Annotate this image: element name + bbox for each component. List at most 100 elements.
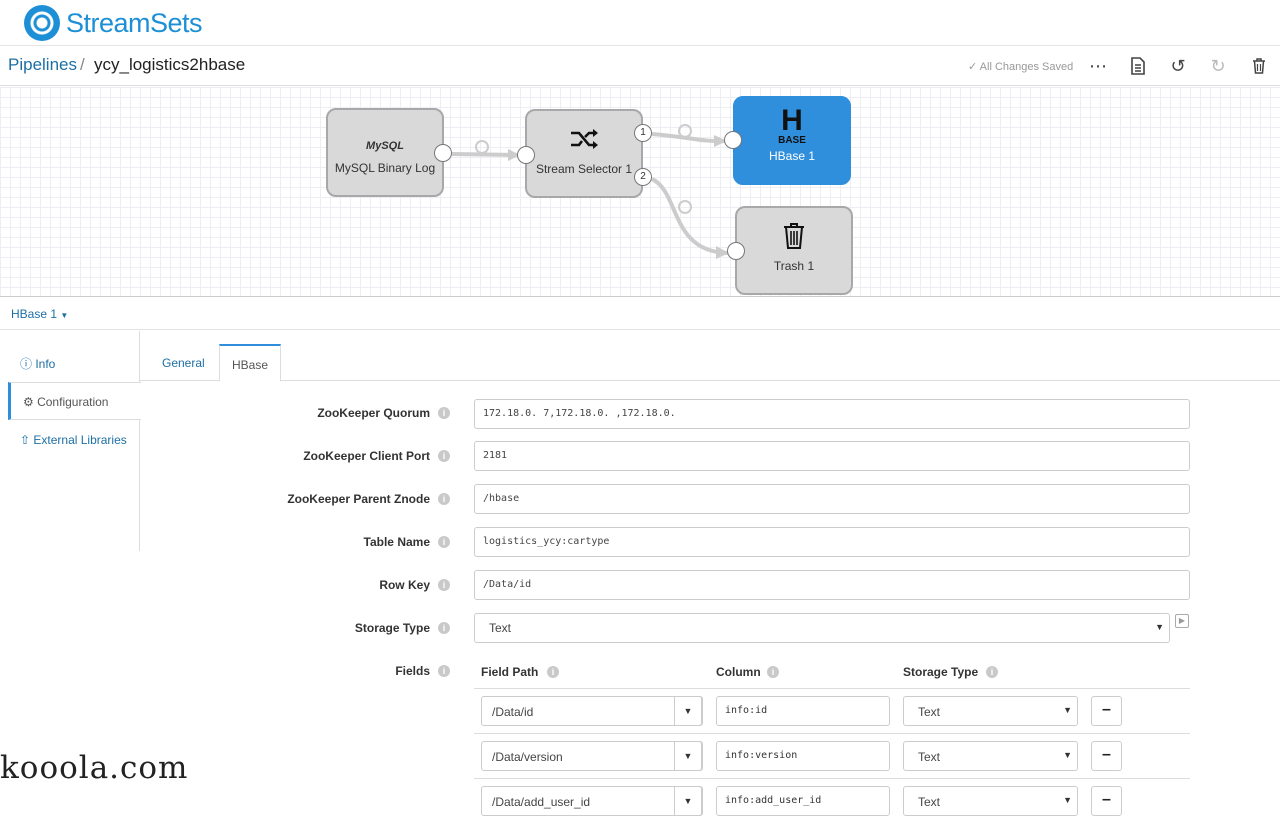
help-icon[interactable]: i bbox=[438, 407, 450, 419]
stream-selector-stage[interactable]: Stream Selector 1 bbox=[525, 109, 643, 198]
help-icon[interactable]: i bbox=[438, 450, 450, 462]
delete-icon[interactable] bbox=[1248, 55, 1270, 77]
mysql-binary-log-stage[interactable]: MySQL MySQL Binary Log bbox=[326, 108, 444, 197]
input-port[interactable] bbox=[727, 242, 745, 260]
field-path-combo[interactable]: /Data/add_user_id ▼ bbox=[481, 786, 703, 816]
pipeline-canvas[interactable]: MySQL MySQL Binary Log Stream Selector 1… bbox=[0, 87, 1280, 297]
remove-row-button[interactable]: – bbox=[1091, 696, 1122, 726]
storage-type-select[interactable]: Text ▼ bbox=[474, 613, 1170, 643]
caret-down-icon: ▼ bbox=[1063, 750, 1072, 760]
help-icon[interactable]: i bbox=[438, 536, 450, 548]
breadcrumb-separator: / bbox=[80, 55, 85, 74]
zookeeper-quorum-label: ZooKeeper Quorum bbox=[317, 406, 430, 420]
caret-down-icon: ▼ bbox=[1063, 795, 1072, 805]
row-storage-type-value: Text bbox=[918, 705, 941, 719]
remove-row-button[interactable]: – bbox=[1091, 786, 1122, 816]
help-icon[interactable]: i bbox=[438, 622, 450, 634]
zookeeper-parent-znode-input[interactable]: /hbase bbox=[474, 484, 1190, 514]
table-divider bbox=[474, 688, 1190, 689]
field-path-value: /Data/version bbox=[492, 750, 563, 764]
field-path-combo[interactable]: /Data/id ▼ bbox=[481, 696, 703, 726]
input-port[interactable] bbox=[517, 146, 535, 164]
column-input[interactable]: info:add_user_id bbox=[716, 786, 890, 816]
expression-toggle-icon[interactable]: ▶ bbox=[1175, 614, 1189, 628]
caret-down-icon: ▼ bbox=[1155, 622, 1164, 632]
output-port[interactable] bbox=[434, 144, 452, 162]
row-key-label: Row Key bbox=[379, 578, 430, 592]
fields-label: Fields bbox=[395, 664, 430, 678]
field-path-header: Field Path bbox=[481, 665, 539, 679]
streamsets-logo[interactable]: StreamSets bbox=[24, 4, 203, 42]
save-status-text: All Changes Saved bbox=[979, 61, 1074, 73]
nav-configuration[interactable]: ⚙ Configuration bbox=[8, 382, 141, 420]
caret-down-icon: ▼ bbox=[60, 311, 69, 320]
nav-info-label: Info bbox=[35, 357, 56, 371]
column-header: Column bbox=[716, 665, 761, 679]
config-tabs: General HBase bbox=[140, 344, 1280, 382]
stage-label: Trash 1 bbox=[773, 259, 815, 273]
column-input[interactable]: info:version bbox=[716, 741, 890, 771]
nav-configuration-label: Configuration bbox=[37, 395, 109, 409]
row-storage-type-select[interactable]: Text ▼ bbox=[903, 696, 1078, 726]
caret-down-icon[interactable]: ▼ bbox=[674, 696, 702, 726]
detail-side-nav: ⓘ Info ⚙ Configuration ⇧ External Librar… bbox=[0, 331, 141, 551]
row-storage-type-value: Text bbox=[918, 750, 941, 764]
table-divider bbox=[474, 733, 1190, 734]
hbase-icon: H BASE bbox=[778, 104, 806, 146]
upload-icon: ⇧ bbox=[20, 433, 34, 447]
nav-info[interactable]: ⓘ Info bbox=[8, 343, 140, 381]
tab-hbase[interactable]: HBase bbox=[219, 344, 282, 382]
storage-type-label: Storage Type bbox=[354, 621, 430, 635]
nav-external-libraries-label: External Libraries bbox=[33, 433, 127, 447]
field-path-value: /Data/add_user_id bbox=[492, 795, 591, 809]
table-name-input[interactable]: logistics_ycy:cartype bbox=[474, 527, 1190, 557]
caret-down-icon[interactable]: ▼ bbox=[674, 786, 702, 816]
document-icon[interactable] bbox=[1127, 55, 1149, 77]
input-port[interactable] bbox=[724, 131, 742, 149]
row-storage-type-value: Text bbox=[918, 795, 941, 809]
row-key-input[interactable]: /Data/id bbox=[474, 570, 1190, 600]
storage-type-header: Storage Type bbox=[903, 665, 979, 679]
help-icon[interactable]: i bbox=[767, 666, 779, 678]
output-port-2[interactable]: 2 bbox=[634, 168, 652, 186]
hbase-stage[interactable]: H BASE HBase 1 bbox=[733, 96, 851, 185]
field-path-value: /Data/id bbox=[492, 705, 534, 719]
check-circle-icon: ✓︎ bbox=[968, 61, 980, 73]
help-icon[interactable]: i bbox=[986, 666, 998, 678]
help-icon[interactable]: i bbox=[438, 493, 450, 505]
stage-label: HBase 1 bbox=[768, 149, 816, 163]
field-path-combo[interactable]: /Data/version ▼ bbox=[481, 741, 703, 771]
caret-down-icon[interactable]: ▼ bbox=[674, 741, 702, 771]
redo-icon[interactable]: ↻ bbox=[1207, 55, 1229, 77]
mysql-icon: MySQL bbox=[366, 140, 404, 152]
app-name: StreamSets bbox=[66, 7, 203, 38]
trash-stage[interactable]: Trash 1 bbox=[735, 206, 853, 295]
gear-icon: ⚙ bbox=[23, 395, 38, 409]
remove-row-button[interactable]: – bbox=[1091, 741, 1122, 771]
storage-type-value: Text bbox=[489, 621, 512, 635]
table-name-label: Table Name bbox=[363, 535, 430, 549]
top-header: StreamSets bbox=[0, 0, 1280, 46]
row-storage-type-select[interactable]: Text ▼ bbox=[903, 741, 1078, 771]
zookeeper-quorum-input[interactable]: 172.18.0. 7,172.18.0. ,172.18.0. bbox=[474, 399, 1190, 429]
table-divider bbox=[474, 778, 1190, 779]
output-port-1[interactable]: 1 bbox=[634, 124, 652, 142]
nav-external-libraries[interactable]: ⇧ External Libraries bbox=[8, 421, 140, 459]
undo-icon[interactable]: ↺ bbox=[1167, 55, 1189, 77]
breadcrumb-pipelines-link[interactable]: Pipelines bbox=[8, 55, 77, 75]
caret-down-icon: ▼ bbox=[1063, 705, 1072, 715]
tab-general[interactable]: General bbox=[150, 344, 217, 381]
help-icon[interactable]: i bbox=[438, 579, 450, 591]
save-status: ✓︎ All Changes Saved bbox=[968, 60, 1073, 73]
zookeeper-client-port-input[interactable]: 2181 bbox=[474, 441, 1190, 471]
stage-label: MySQL Binary Log bbox=[334, 161, 436, 175]
help-icon[interactable]: i bbox=[547, 666, 559, 678]
help-icon[interactable]: i bbox=[438, 665, 450, 677]
more-options-icon[interactable]: ⋯ bbox=[1087, 55, 1109, 77]
column-input[interactable]: info:id bbox=[716, 696, 890, 726]
zookeeper-parent-znode-label: ZooKeeper Parent Znode bbox=[287, 492, 430, 506]
watermark: kooola.com bbox=[0, 750, 189, 786]
stage-dropdown[interactable]: HBase 1 ▼ bbox=[11, 307, 68, 321]
row-storage-type-select[interactable]: Text ▼ bbox=[903, 786, 1078, 816]
streamsets-logo-icon bbox=[24, 5, 60, 41]
